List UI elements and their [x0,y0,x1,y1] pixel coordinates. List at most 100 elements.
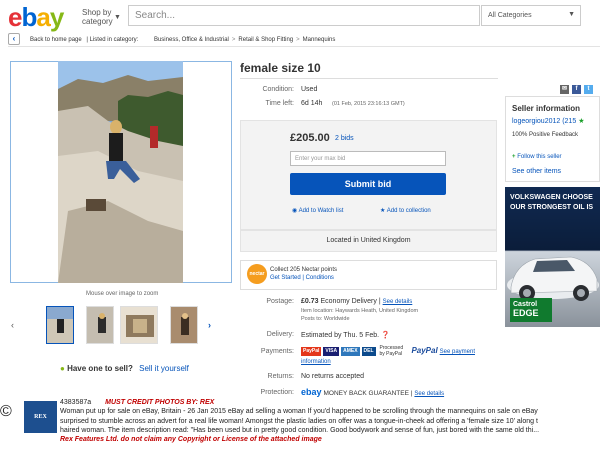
castrol-product: EDGE [513,308,539,318]
thumb-prev-icon[interactable]: ‹ [11,320,14,330]
back-to-home-link[interactable]: Back to home page [30,37,82,43]
ebay-logo[interactable]: ebay [8,2,64,33]
main-photo[interactable] [58,61,183,283]
facebook-icon[interactable]: f [572,85,581,94]
time-left-value: 6d 14h [301,100,323,107]
breadcrumb-item[interactable]: Retail & Shop Fitting [238,37,293,43]
caption-line: haired woman. The item description read:… [60,427,540,434]
sell-it-yourself-link[interactable]: Sell it yourself [139,364,189,373]
logo-letter: e [8,2,23,32]
twitter-icon[interactable]: t [584,85,593,94]
postage-service: Economy Delivery | [320,298,381,305]
collection-label: Add to collection [386,208,431,214]
chevron-down-icon: ▼ [568,11,575,18]
caption-credit: MUST CREDIT PHOTOS BY: REX [105,399,215,406]
listing-title: female size 10 [240,61,321,75]
castrol-brand: Castrol [513,301,538,308]
condition-value: Used [301,86,318,93]
payment-information-link[interactable]: information [301,359,331,365]
search-input[interactable]: Search... [128,5,480,26]
follow-seller-link[interactable]: + Follow this seller [512,154,562,160]
back-arrow-icon[interactable]: ‹ [8,33,20,45]
submit-bid-button[interactable]: Submit bid [290,173,446,195]
posts-to-line: Posts to: Worldwide [301,316,350,322]
payment-badge: AMEX [341,346,360,356]
sell-question: Have one to sell? [67,364,133,373]
seller-name-link[interactable]: logeorgiou2012 (215 ★ [512,117,584,125]
delivery-value: Estimated by Thu. 5 Feb. ❓ [301,331,390,339]
see-other-items-link[interactable]: See other items [512,168,561,175]
caption-disclaimer: Rex Features Ltd. do not claim any Copyr… [60,436,322,443]
star-icon: ★ [380,208,386,214]
thumbnail[interactable] [86,306,114,344]
sell-prompt: ● Have one to sell? Sell it yourself [60,364,189,373]
current-price: £205.00 [290,132,330,144]
add-to-collection-link[interactable]: ★ Add to collection [380,207,431,214]
email-icon[interactable]: ✉ [560,85,569,94]
plus-icon: + [512,154,516,160]
logo-letter: a [36,2,51,32]
bid-count-link[interactable]: 2 bids [335,135,354,142]
listed-in-label: | Listed in category: [86,37,139,43]
get-started-link[interactable]: Get Started [270,275,301,281]
thumbnail-strip [22,306,222,346]
follow-label: Follow this seller [517,154,562,160]
see-payment-link[interactable]: See payment [440,349,475,355]
copyright-symbol: © [0,403,12,420]
payment-methods: PayPal VISA AMEX DEL Processed by PayPal Pa… [301,345,475,357]
caption-id: 4383587a [60,399,92,406]
payment-badge: DEL [361,346,376,356]
returns-label: Returns: [267,373,294,380]
payment-badge: VISA [323,346,340,356]
chevron-down-icon: ▼ [114,14,121,21]
conditions-link[interactable]: | Conditions [302,275,334,281]
protection-see-details-link[interactable]: See details [414,391,444,397]
caption-line: Woman put up for sale on eBay, Britain -… [60,408,538,415]
postage-value: £0.73 Economy Delivery | See details [301,298,412,305]
thumb-next-icon[interactable]: › [208,320,211,330]
shop-by-label: Shop by [82,8,112,17]
end-time: (01 Feb, 2015 23:16:13 GMT) [332,101,405,107]
delivery-estimate: Estimated by Thu. 5 Feb. [301,332,380,339]
help-icon[interactable]: ❓ [381,332,390,339]
thumbnail[interactable] [46,306,74,344]
returns-value: No returns accepted [301,373,365,380]
condition-label: Condition: [262,86,294,93]
breadcrumb: Back to home page | Listed in category: … [30,37,335,43]
divider [240,78,498,79]
ebay-small-logo: ebay [301,387,322,397]
breadcrumb-item[interactable]: Mannequins [303,37,336,43]
category-select-value: All Categories [488,12,532,19]
time-left-label: Time left: [265,100,294,107]
ad-subline: OUR STRONGEST OIL IS [510,204,594,211]
caption-header: 4383587a MUST CREDIT PHOTOS BY: REX [60,399,214,406]
item-location: Located in United Kingdom [240,230,497,252]
watchlist-label: Add to Watch list [298,208,344,214]
processed-by-paypal: Processed by PayPal [379,345,404,357]
positive-feedback: 100% Positive Feedback [512,132,579,138]
nectar-logo: nectar [247,264,267,284]
max-bid-input[interactable]: Enter your max bid [290,151,446,166]
tag-icon: ● [60,364,65,373]
thumbnail[interactable] [120,306,158,344]
postage-price: £0.73 [301,298,319,305]
add-to-watchlist-link[interactable]: ◉ Add to Watch list [292,207,343,214]
nectar-points: Collect 205 Nectar points [270,267,338,273]
paypal-logo: PayPal [411,345,438,355]
postage-label: Postage: [266,298,294,305]
star-icon: ★ [578,118,585,125]
rex-logo: REX [24,401,57,433]
caption-line: surprised to stumble across an advert fo… [60,418,538,425]
breadcrumb-item[interactable]: Business, Office & Industrial [154,37,229,43]
category-select[interactable]: All Categories ▼ [481,5,581,26]
postage-see-details-link[interactable]: See details [383,299,413,305]
breadcrumb-separator: > [231,37,236,43]
shop-by-category-button[interactable]: Shop by category ▼ [82,8,121,26]
breadcrumb-separator: > [296,37,300,43]
zoom-hint: Mouse over image to zoom [86,291,159,297]
eye-icon: ◉ [292,208,298,214]
thumbnail[interactable] [170,306,198,344]
delivery-label: Delivery: [266,331,294,338]
protection-label: Protection: [260,389,294,396]
seller-heading: Seller information [512,104,581,113]
